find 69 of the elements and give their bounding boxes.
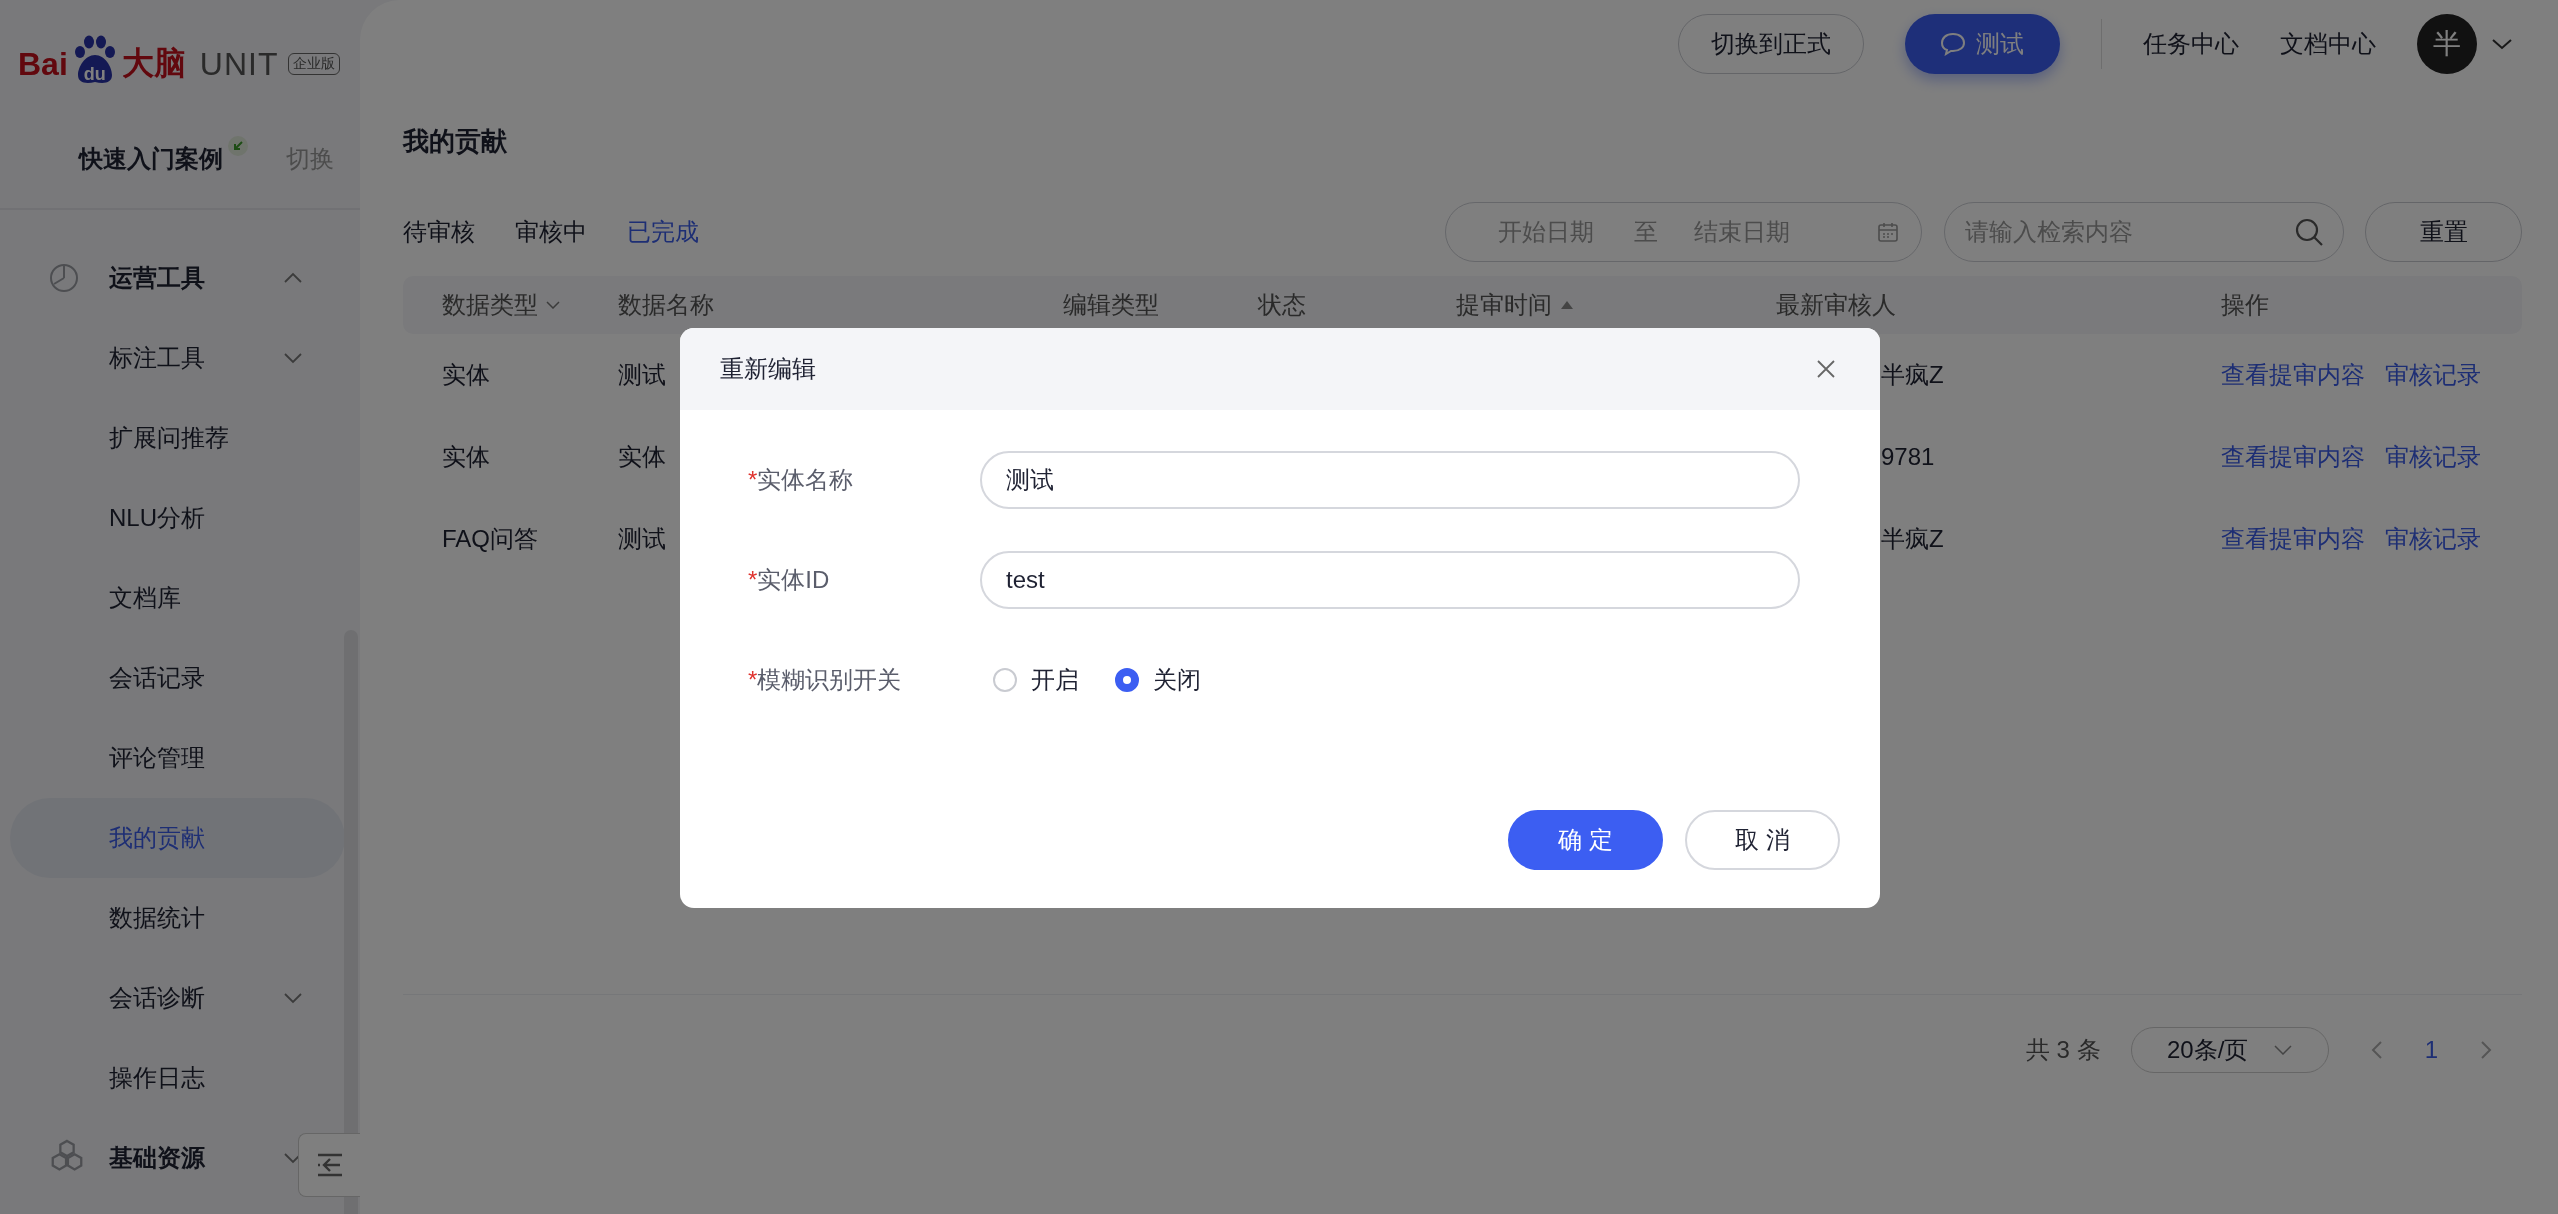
field-label: *实体名称 xyxy=(748,465,855,495)
tab[interactable]: 待审核 xyxy=(403,216,475,248)
radio-button[interactable] xyxy=(1115,668,1139,692)
nav-link[interactable]: 文档中心 xyxy=(2280,28,2376,60)
logo-text: du xyxy=(83,65,106,86)
action-link[interactable]: 查看提审内容 xyxy=(2221,441,2365,473)
reset-button[interactable]: 重置 xyxy=(2365,202,2522,262)
nav-group[interactable]: 运营工具 xyxy=(0,238,360,318)
search-icon xyxy=(2294,217,2324,247)
switch-button[interactable]: 切换到正式 xyxy=(1677,14,1864,74)
table-cell: 测试 xyxy=(618,525,666,552)
column-header: 编辑类型 xyxy=(1062,290,1160,320)
radio-label[interactable]: 开启 xyxy=(1031,664,1079,696)
page-title: 我的贡献 xyxy=(403,124,508,158)
table-cell: 实体 xyxy=(618,443,666,470)
collapse-button[interactable] xyxy=(298,1133,360,1197)
column-header: 数据名称 xyxy=(617,290,715,320)
dialog-title: 重新编辑 xyxy=(720,354,816,384)
nav-item[interactable]: NLU分析 xyxy=(0,478,360,558)
nav-item[interactable]: 我的贡献 xyxy=(10,798,345,878)
tab[interactable]: 审核中 xyxy=(515,216,587,248)
action-link[interactable]: 查看提审内容 xyxy=(2221,523,2365,555)
nav-item[interactable]: 标注工具 xyxy=(0,318,360,398)
nav-link[interactable]: 任务中心 xyxy=(2143,28,2239,60)
column-header[interactable]: 提审时间 xyxy=(1435,289,1755,321)
total-count: 共 3 条 xyxy=(2025,1035,2101,1065)
chat-bubble-icon xyxy=(1940,32,1966,56)
column-header[interactable]: 数据类型 xyxy=(403,289,597,321)
chevron-down-icon xyxy=(2274,1045,2293,1055)
text-field[interactable]: 测试 xyxy=(980,451,1800,509)
radio-label[interactable]: 关闭 xyxy=(1153,664,1201,696)
sort-icon xyxy=(1560,300,1574,310)
action-link[interactable]: 审核记录 xyxy=(2385,359,2481,391)
action-link[interactable]: 审核记录 xyxy=(2385,441,2481,473)
avatar[interactable]: 半 xyxy=(2417,14,2477,74)
calendar-icon xyxy=(1877,221,1899,243)
chevron-down-icon xyxy=(546,301,560,309)
logo-text: Bai xyxy=(18,45,68,83)
edition-badge: 企业版 xyxy=(288,53,341,75)
action-link[interactable]: 审核记录 xyxy=(2385,523,2481,555)
dial-icon xyxy=(48,262,80,294)
action-link[interactable]: 查看提审内容 xyxy=(2221,359,2365,391)
test-button[interactable]: 测试 xyxy=(1904,14,2060,74)
table-cell: 实体 xyxy=(442,443,490,470)
next-page-icon[interactable] xyxy=(2480,1040,2492,1060)
table-cell: FAQ问答 xyxy=(442,525,538,552)
column-header: 操作 xyxy=(2220,290,2270,320)
logo-text: UNIT xyxy=(199,45,279,83)
table-cell: 实体 xyxy=(442,361,490,388)
text-field[interactable]: test xyxy=(980,551,1800,609)
table-cell: 9781 xyxy=(1881,443,1935,470)
table-cell: 测试 xyxy=(618,361,666,388)
logo-text: 大脑 xyxy=(121,44,186,83)
column-header: 最新审核人 xyxy=(1775,290,1897,320)
column-header: 状态 xyxy=(1257,290,1307,320)
close-icon[interactable] xyxy=(1816,359,1836,379)
chevron-down-icon[interactable] xyxy=(2491,38,2513,50)
collapse-icon xyxy=(315,1153,344,1177)
table-cell: 半疯Z xyxy=(1881,525,1944,552)
tab[interactable]: 已完成 xyxy=(627,216,699,248)
table-cell: 半疯Z xyxy=(1881,361,1944,388)
page-number[interactable]: 1 xyxy=(2424,1036,2438,1064)
cancel-button[interactable]: 取 消 xyxy=(1685,810,1840,870)
previous-page-icon[interactable] xyxy=(2370,1040,2383,1060)
field-label: *模糊识别开关 xyxy=(748,665,903,695)
nav-item[interactable]: 扩展问推荐 xyxy=(0,398,360,478)
confirm-button[interactable]: 确 定 xyxy=(1508,810,1663,870)
project-name[interactable]: 快速入门案例 xyxy=(79,143,223,175)
field-label: *实体ID xyxy=(748,565,831,595)
